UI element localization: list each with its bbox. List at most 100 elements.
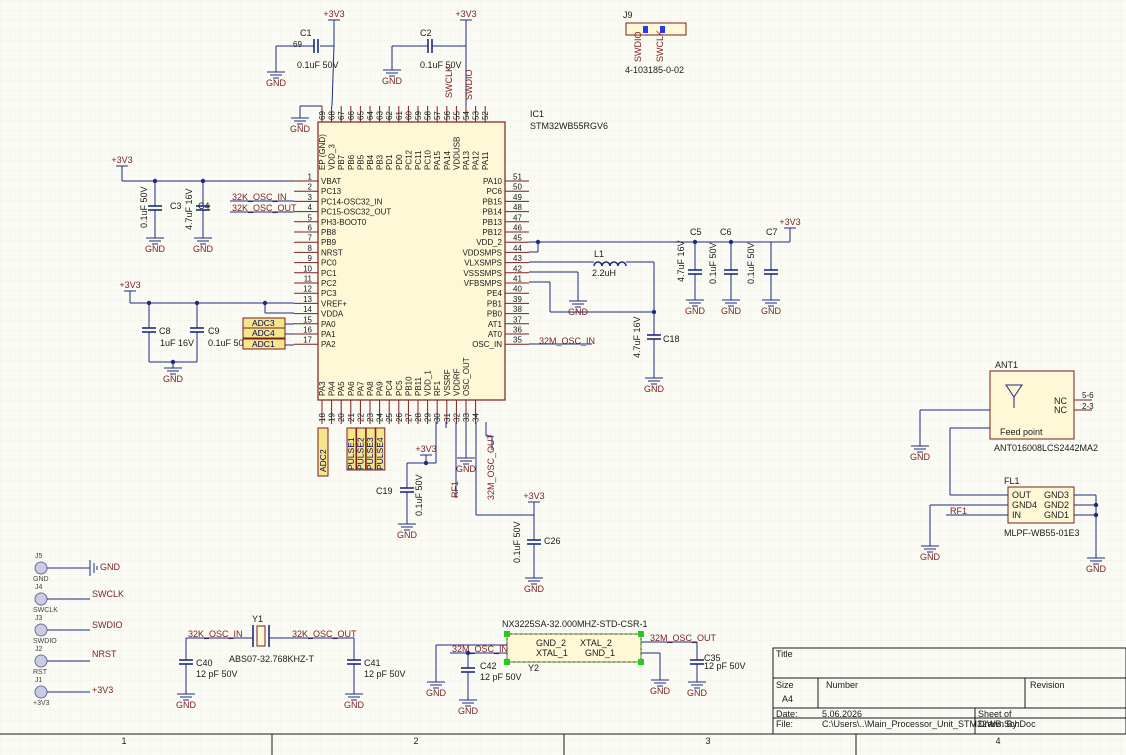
ground-net-label: GND xyxy=(524,584,545,594)
junction-dot xyxy=(423,460,429,466)
pin-number: 9 xyxy=(308,254,313,263)
pulse-text: PULSE4 xyxy=(375,437,385,470)
adc-net-text: ADC3 xyxy=(252,318,275,328)
schematic-canvas: IC1 STM32WB55RGV6 1 VBAT 2 PC13 3 PC14-OSC32_IN… xyxy=(0,0,1126,755)
cap-value: 4.7uF 16V xyxy=(632,316,642,358)
testpoint-label: SWDIO xyxy=(33,638,57,645)
adc-net-text: ADC4 xyxy=(252,328,275,338)
cap-value: 4.7uF 16V xyxy=(184,188,194,230)
pin-number: 4 xyxy=(308,203,313,212)
pin-number: 52 xyxy=(481,111,490,120)
pin-name: PB11 xyxy=(414,376,423,396)
pin-number: 36 xyxy=(513,326,522,335)
y2-xtal2: XTAL_2 xyxy=(580,638,612,648)
cap-designator: C2 xyxy=(420,28,432,38)
pin-number: 6 xyxy=(308,224,313,233)
junction-dot xyxy=(651,309,657,315)
pin-number: 20 xyxy=(337,413,346,422)
pin-name: NRST xyxy=(321,248,343,257)
cap-value: 0.1uF 50V xyxy=(414,474,424,516)
pin-number: 24 xyxy=(376,413,385,422)
pin-name: PA4 xyxy=(328,381,337,396)
power-symbol-3v3: +3V3 xyxy=(415,444,437,456)
cap-value: 0.1uF 50V xyxy=(708,242,718,284)
ic1-part-number: STM32WB55RGV6 xyxy=(530,121,608,131)
testpoint-designator: J5 xyxy=(35,553,43,560)
pin-name: PB12 xyxy=(482,228,502,237)
pin-number: 16 xyxy=(303,326,312,335)
pin-number: 57 xyxy=(433,111,442,120)
pin-number: 25 xyxy=(385,413,394,422)
pin-number: 3 xyxy=(308,193,313,202)
y2-gnd2: GND_2 xyxy=(536,638,566,648)
y2-xtal1: XTAL_1 xyxy=(536,648,568,658)
pin-number: 64 xyxy=(366,111,375,120)
pin-number: 14 xyxy=(303,305,312,314)
ground-net-label: GND xyxy=(761,306,782,316)
pin-name: VDDA xyxy=(321,310,344,319)
pin-name: VDD_1 xyxy=(424,370,433,396)
pin-name: VDD_3 xyxy=(328,144,337,170)
ground-net-label: GND xyxy=(290,124,311,134)
pin-name: PC0 xyxy=(321,259,337,268)
pin-number: 26 xyxy=(395,413,404,422)
power-net-label: +3V3 xyxy=(119,280,140,290)
y1-designator: Y1 xyxy=(252,614,263,624)
pin-name: PC3 xyxy=(321,289,337,298)
ground-net-label: GND xyxy=(176,700,197,710)
fl1-gnd1: GND1 xyxy=(1044,510,1069,520)
power-symbol-3v3: +3V3 xyxy=(455,9,477,21)
cap-value: 12 pF 50V xyxy=(364,669,406,679)
ground-net-label: GND xyxy=(1086,564,1107,574)
tb-sheet: Sheet of xyxy=(978,709,1012,719)
pin-number: 46 xyxy=(513,224,522,233)
cap-value: 0.1uF 50V xyxy=(297,60,339,70)
pin-number: 47 xyxy=(513,213,522,222)
pin-name: PB7 xyxy=(337,154,346,170)
adc-net-text: ADC1 xyxy=(252,339,275,349)
ant1-nc2: NC xyxy=(1054,405,1067,415)
pin-number: 59 xyxy=(414,111,423,120)
pin-name: PH3-BOOT0 xyxy=(321,218,367,227)
pin-number: 67 xyxy=(337,111,346,120)
pin-number: 45 xyxy=(513,234,522,243)
testpoint-gnd-net: GND xyxy=(100,562,121,572)
pin-name: RF1 xyxy=(433,380,442,396)
pin-number: 18 xyxy=(318,413,327,422)
pin-name: PC14-OSC32_IN xyxy=(321,197,383,206)
pin-name: VDD_2 xyxy=(476,238,502,247)
ground-net-label: GND xyxy=(644,384,665,394)
pin-name: PC15-OSC32_OUT xyxy=(321,208,391,217)
pin-name: OSC_OUT xyxy=(462,357,471,396)
pin-number: 50 xyxy=(513,183,522,192)
pin-number: 48 xyxy=(513,203,522,212)
pin-number: 51 xyxy=(513,173,522,182)
pin-number: 38 xyxy=(513,305,522,314)
pin-number: 39 xyxy=(513,295,522,304)
pin-number: 8 xyxy=(308,244,313,253)
pin-number: 62 xyxy=(385,111,394,120)
pin-number: 37 xyxy=(513,315,522,324)
pin-name: PB15 xyxy=(482,197,502,206)
pulse-text: PULSE3 xyxy=(365,437,375,470)
pin-number: 23 xyxy=(366,413,375,422)
pin-number: 44 xyxy=(513,244,522,253)
y2-gnd1: GND_1 xyxy=(585,648,615,658)
pin-number: 21 xyxy=(347,413,356,422)
net-label-adc2: ADC2 xyxy=(317,427,329,477)
testpoint-nrst-net: NRST xyxy=(92,649,117,659)
power-net-label: +3V3 xyxy=(779,217,800,227)
pin-number: 55 xyxy=(452,111,461,120)
pin-number: 5 xyxy=(308,213,313,222)
pin-number: 43 xyxy=(513,254,522,263)
pin-name: PB10 xyxy=(404,376,413,396)
pin-name: PB5 xyxy=(356,154,365,170)
pin-number: 27 xyxy=(404,413,413,422)
adc2-text: ADC2 xyxy=(318,449,328,472)
cap-value: 4.7uF 16V xyxy=(676,240,686,282)
pin-name: VSSSMPS xyxy=(463,269,502,278)
pin-number: 54 xyxy=(462,111,471,120)
pulse-text: PULSE2 xyxy=(356,437,366,470)
tb-size-value: A4 xyxy=(782,694,793,704)
ant1-designator: ANT1 xyxy=(995,360,1018,370)
